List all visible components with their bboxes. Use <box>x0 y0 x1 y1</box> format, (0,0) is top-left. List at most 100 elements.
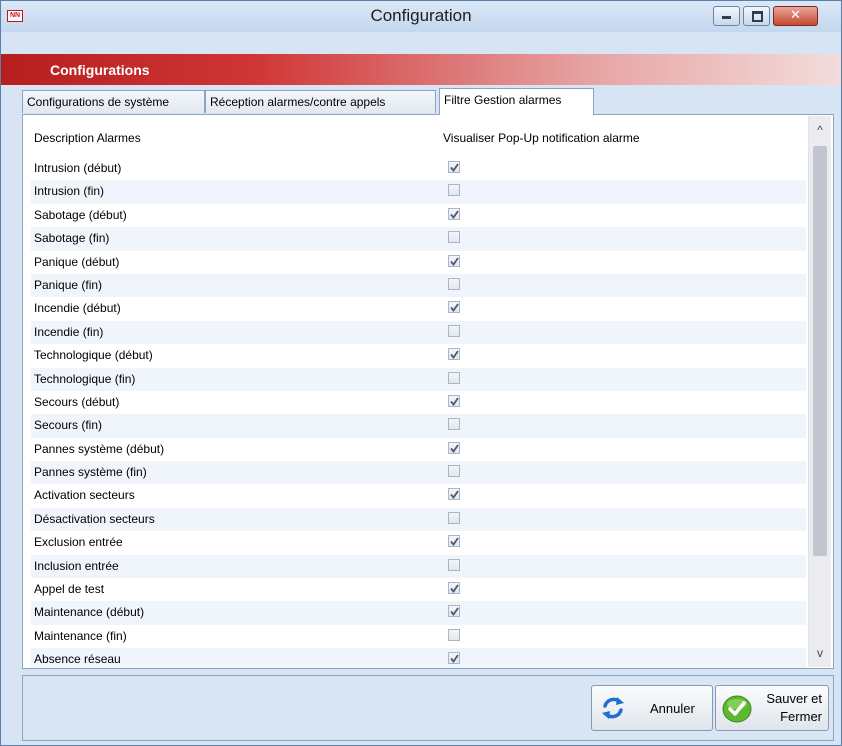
alarm-description: Pannes système (fin) <box>34 465 147 480</box>
popup-notification-checkbox[interactable] <box>448 628 460 641</box>
alarm-description: Absence réseau <box>34 652 121 667</box>
checkmark-icon <box>450 210 459 219</box>
popup-notification-checkbox[interactable] <box>448 605 460 618</box>
popup-notification-checkbox[interactable] <box>448 254 460 267</box>
configurations-banner: Configurations <box>1 54 841 85</box>
sauver-fermer-button[interactable]: Sauver et Fermer <box>715 685 829 731</box>
checkmark-icon <box>450 350 459 360</box>
table-row: Intrusion (début) <box>31 157 806 180</box>
table-row: Technologique (début) <box>31 344 806 367</box>
table-row: Pannes système (fin) <box>31 461 806 485</box>
alarm-description: Technologique (fin) <box>34 371 136 386</box>
annuler-button[interactable]: Annuler <box>591 685 713 731</box>
checkmark-icon <box>450 584 459 594</box>
table-row: Intrusion (fin) <box>31 180 806 204</box>
alarm-description: Intrusion (fin) <box>34 184 105 199</box>
popup-notification-checkbox[interactable] <box>448 582 460 595</box>
checkmark-icon <box>450 490 459 500</box>
checkmark-icon <box>450 654 459 664</box>
vertical-scrollbar[interactable]: ^ v <box>808 116 831 667</box>
popup-notification-checkbox[interactable] <box>448 652 460 665</box>
alarm-filter-panel: Description Alarmes Visualiser Pop-Up no… <box>22 114 834 669</box>
table-row: Incendie (fin) <box>31 320 806 345</box>
tab-configurations-systeme[interactable]: Configurations de système <box>22 90 205 113</box>
alarm-description: Technologique (début) <box>34 348 153 363</box>
maximize-button[interactable] <box>743 6 770 26</box>
column-header-description[interactable]: Description Alarmes <box>34 123 141 153</box>
title-bar[interactable]: NN Configuration ✕ <box>1 1 841 32</box>
footer-bar: Annuler Sauver et Fermer <box>22 675 834 741</box>
checkmark-icon <box>450 303 459 313</box>
tab-filtre-gestion-alarmes[interactable]: Filtre Gestion alarmes <box>439 88 594 115</box>
alarm-description: Inclusion entrée <box>34 558 119 573</box>
popup-notification-checkbox[interactable] <box>448 231 460 244</box>
popup-notification-checkbox[interactable] <box>448 184 460 197</box>
alarm-description: Appel de test <box>34 582 105 597</box>
alarm-description: Sabotage (fin) <box>34 231 110 246</box>
popup-notification-checkbox[interactable] <box>448 558 460 571</box>
configuration-window: NN Configuration ✕ Configurations Config… <box>0 0 842 746</box>
popup-notification-checkbox[interactable] <box>448 161 460 173</box>
popup-notification-checkbox[interactable] <box>448 441 460 454</box>
alarm-description: Exclusion entrée <box>34 535 123 550</box>
popup-notification-checkbox[interactable] <box>448 324 460 337</box>
alarm-description: Incendie (début) <box>34 301 121 316</box>
checkmark-icon <box>450 257 459 266</box>
scrollbar-thumb[interactable] <box>813 146 827 556</box>
close-button[interactable]: ✕ <box>773 6 818 26</box>
popup-notification-checkbox[interactable] <box>448 371 460 384</box>
sauver-fermer-label: Sauver et Fermer <box>766 691 822 724</box>
table-row: Maintenance (fin) <box>31 625 806 648</box>
alarm-description: Maintenance (début) <box>34 605 145 620</box>
checkmark-icon <box>722 695 752 723</box>
table-row: Appel de test <box>31 578 806 601</box>
table-row: Activation secteurs <box>31 484 806 507</box>
table-row: Sabotage (fin) <box>31 227 806 251</box>
table-row: Inclusion entrée <box>31 554 806 579</box>
tab-strip: Configurations de système Réception alar… <box>22 88 832 115</box>
table-row: Incendie (début) <box>31 297 806 320</box>
checkmark-icon <box>450 607 459 617</box>
alarm-description: Sabotage (début) <box>34 207 127 222</box>
popup-notification-checkbox[interactable] <box>448 418 460 431</box>
checkmark-icon <box>450 537 459 547</box>
popup-notification-checkbox[interactable] <box>448 511 460 524</box>
popup-notification-checkbox[interactable] <box>448 535 460 548</box>
alarm-description: Secours (fin) <box>34 418 103 433</box>
table-row: Désactivation secteurs <box>31 507 806 532</box>
table-row: Pannes système (début) <box>31 438 806 461</box>
alarm-description: Panique (fin) <box>34 277 103 292</box>
checkmark-icon <box>450 397 459 406</box>
scroll-up-icon[interactable]: ^ <box>809 118 831 142</box>
annuler-label: Annuler <box>650 701 695 716</box>
popup-notification-checkbox[interactable] <box>448 394 460 407</box>
popup-notification-checkbox[interactable] <box>448 301 460 314</box>
alarm-description: Secours (début) <box>34 394 120 409</box>
alarm-grid: Description Alarmes Visualiser Pop-Up no… <box>31 123 806 668</box>
alarm-description: Intrusion (début) <box>34 161 122 175</box>
popup-notification-checkbox[interactable] <box>448 465 460 478</box>
table-row: Panique (fin) <box>31 273 806 298</box>
alarm-description: Activation secteurs <box>34 488 135 503</box>
checkmark-icon <box>450 163 459 172</box>
table-row: Maintenance (début) <box>31 601 806 625</box>
popup-notification-checkbox[interactable] <box>448 348 460 361</box>
alarm-description: Incendie (fin) <box>34 324 104 339</box>
tab-reception-alarmes[interactable]: Réception alarmes/contre appels <box>205 90 436 113</box>
close-icon: ✕ <box>790 8 801 23</box>
scroll-down-icon[interactable]: v <box>809 641 831 665</box>
popup-notification-checkbox[interactable] <box>448 207 460 220</box>
maximize-icon <box>752 11 763 22</box>
table-row: Technologique (fin) <box>31 367 806 391</box>
alarm-rows: Intrusion (début) Intrusion (fin) Sabotage… <box>31 157 806 668</box>
table-row: Exclusion entrée <box>31 531 806 554</box>
table-row: Secours (début) <box>31 391 806 414</box>
popup-notification-checkbox[interactable] <box>448 488 460 501</box>
alarm-description: Panique (début) <box>34 254 120 269</box>
table-row: Absence réseau <box>31 648 806 668</box>
alarm-description: Désactivation secteurs <box>34 511 155 526</box>
column-header-visualiser[interactable]: Visualiser Pop-Up notification alarme <box>443 123 640 153</box>
minimize-button[interactable] <box>713 6 740 26</box>
popup-notification-checkbox[interactable] <box>448 277 460 290</box>
table-row: Panique (début) <box>31 251 806 274</box>
